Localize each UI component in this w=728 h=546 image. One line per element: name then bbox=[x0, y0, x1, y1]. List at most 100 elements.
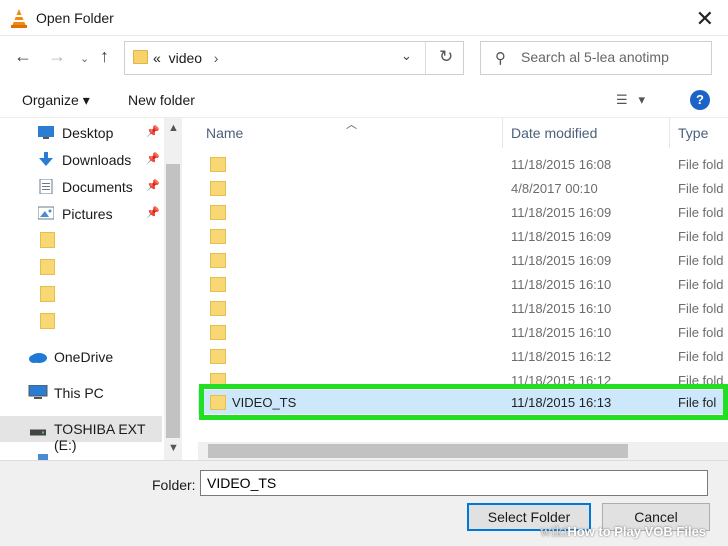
nav-label-desktop: Desktop bbox=[62, 125, 114, 141]
nav-item-desktop[interactable]: Desktop 📌 bbox=[0, 120, 162, 146]
folder-label: Folder: bbox=[152, 477, 196, 493]
scroll-down-icon[interactable]: ▼ bbox=[168, 442, 179, 454]
row-type: File fold bbox=[678, 325, 724, 340]
table-row[interactable]: 11/18/2015 16:10 File fold bbox=[198, 320, 728, 344]
view-options-icon[interactable]: ☰ ▾ bbox=[616, 92, 645, 108]
folder-icon bbox=[210, 277, 226, 292]
nav-label-onedrive: OneDrive bbox=[54, 349, 114, 365]
table-row[interactable]: 11/18/2015 16:09 File fold bbox=[198, 224, 728, 248]
nav-item-downloads[interactable]: Downloads 📌 bbox=[0, 147, 162, 173]
row-name: VIDEO_TS bbox=[232, 395, 297, 410]
pin-icon[interactable]: 📌 bbox=[146, 152, 160, 165]
table-row[interactable]: 11/18/2015 16:10 File fold bbox=[198, 296, 728, 320]
nav-item-folder[interactable] bbox=[0, 228, 162, 254]
row-type: File fold bbox=[678, 229, 724, 244]
column-header-type[interactable]: Type bbox=[678, 118, 708, 148]
close-icon[interactable]: ✕ bbox=[696, 6, 714, 32]
table-row[interactable]: 4/8/2017 00:10 File fold bbox=[198, 176, 728, 200]
nav-item-this-pc[interactable]: This PC bbox=[0, 380, 162, 406]
window-title: Open Folder bbox=[36, 10, 114, 26]
folder-icon bbox=[133, 50, 148, 64]
nav-item-folder[interactable] bbox=[0, 282, 162, 308]
scroll-thumb[interactable] bbox=[208, 444, 628, 458]
table-row[interactable]: 11/18/2015 16:12 File fold bbox=[198, 344, 728, 368]
nav-item-folder[interactable] bbox=[0, 309, 162, 335]
watermark-text: How to Play VOB Files bbox=[567, 524, 707, 539]
scroll-thumb[interactable] bbox=[166, 164, 180, 438]
navigation-bar: ← → ⌄ ↑ « video › ⌄ ↻ ⚲ bbox=[0, 36, 728, 80]
address-dropdown-icon[interactable]: ⌄ bbox=[401, 48, 412, 64]
nav-label-drive: TOSHIBA EXT (E:) bbox=[54, 421, 146, 453]
search-icon: ⚲ bbox=[495, 50, 506, 67]
navigation-pane: Desktop 📌 Downloads 📌 Documents 📌 Pictur… bbox=[0, 118, 182, 460]
folder-icon bbox=[210, 325, 226, 340]
row-date: 11/18/2015 16:10 bbox=[511, 277, 612, 292]
row-type: File fol bbox=[678, 395, 717, 410]
address-bar[interactable]: « video › ⌄ ↻ bbox=[124, 41, 464, 75]
pin-icon[interactable]: 📌 bbox=[146, 125, 160, 138]
nav-item-toshiba-drive[interactable]: TOSHIBA EXT (E:) bbox=[0, 416, 162, 453]
column-divider[interactable] bbox=[669, 118, 670, 148]
pin-icon[interactable]: 📌 bbox=[146, 179, 160, 192]
recent-locations-chevron-icon[interactable]: ⌄ bbox=[80, 52, 89, 65]
table-row[interactable]: 11/18/2015 16:08 File fold bbox=[198, 152, 728, 176]
folder-icon bbox=[210, 229, 226, 244]
desktop-icon bbox=[38, 126, 54, 139]
folder-icon bbox=[40, 232, 55, 248]
folder-icon bbox=[210, 349, 226, 364]
back-arrow-icon[interactable]: ← bbox=[14, 46, 32, 67]
forward-arrow-icon[interactable]: → bbox=[48, 46, 66, 67]
breadcrumb-video[interactable]: video bbox=[169, 50, 202, 66]
row-date: 11/18/2015 16:12 bbox=[511, 373, 612, 388]
row-type: File fold bbox=[678, 349, 724, 364]
folder-field[interactable] bbox=[200, 470, 708, 496]
column-divider[interactable] bbox=[502, 118, 503, 148]
row-type: File fold bbox=[678, 253, 724, 268]
row-type: File fold bbox=[678, 205, 724, 220]
folder-icon bbox=[210, 181, 226, 196]
search-input[interactable] bbox=[521, 49, 701, 65]
table-row[interactable]: 11/18/2015 16:09 File fold bbox=[198, 248, 728, 272]
column-header-date[interactable]: Date modified bbox=[511, 118, 597, 148]
nav-label-pictures: Pictures bbox=[62, 206, 113, 222]
nav-item-documents[interactable]: Documents 📌 bbox=[0, 174, 162, 200]
file-list-horizontal-scrollbar[interactable] bbox=[198, 442, 728, 460]
row-date: 4/8/2017 00:10 bbox=[511, 181, 598, 196]
nav-label-documents: Documents bbox=[62, 179, 133, 195]
onedrive-cloud-icon bbox=[29, 353, 47, 363]
breadcrumb[interactable]: « video › bbox=[153, 50, 218, 66]
address-divider bbox=[425, 42, 426, 74]
row-date: 11/18/2015 16:13 bbox=[511, 395, 612, 410]
column-header-name[interactable]: Name bbox=[206, 118, 243, 148]
refresh-icon[interactable]: ↻ bbox=[439, 47, 453, 67]
watermark-wiki: wiki bbox=[540, 525, 568, 540]
folder-icon bbox=[40, 313, 55, 329]
row-date: 11/18/2015 16:09 bbox=[511, 253, 612, 268]
nav-pane-scrollbar[interactable]: ▲ ▼ bbox=[164, 118, 182, 460]
new-folder-button[interactable]: New folder bbox=[128, 92, 195, 108]
nav-item-onedrive[interactable]: OneDrive bbox=[0, 344, 162, 370]
row-date: 11/18/2015 16:09 bbox=[511, 229, 612, 244]
scroll-up-icon[interactable]: ▲ bbox=[168, 122, 179, 134]
drive-icon bbox=[30, 429, 46, 436]
search-box[interactable]: ⚲ bbox=[480, 41, 712, 75]
table-row[interactable]: 11/18/2015 16:09 File fold bbox=[198, 200, 728, 224]
row-type: File fold bbox=[678, 277, 724, 292]
help-icon[interactable]: ? bbox=[690, 90, 710, 110]
row-type: File fold bbox=[678, 373, 724, 388]
pin-icon[interactable]: 📌 bbox=[146, 206, 160, 219]
nav-item-folder[interactable] bbox=[0, 255, 162, 281]
nav-item-partial[interactable] bbox=[0, 452, 162, 460]
breadcrumb-overflow[interactable]: « bbox=[153, 50, 161, 66]
table-row[interactable]: 11/18/2015 16:12 File fold bbox=[198, 368, 728, 392]
file-list: Name ︿ Date modified Type 11/18/2015 16:… bbox=[198, 118, 728, 442]
table-row-video-ts[interactable]: VIDEO_TS 11/18/2015 16:13 File fol bbox=[198, 390, 728, 414]
breadcrumb-arrow-icon[interactable]: › bbox=[214, 50, 219, 66]
organize-menu-button[interactable]: Organize ▾ bbox=[22, 92, 90, 109]
table-row[interactable]: 11/18/2015 16:10 File fold bbox=[198, 272, 728, 296]
nav-item-pictures[interactable]: Pictures 📌 bbox=[0, 201, 162, 227]
nav-label-this-pc: This PC bbox=[54, 385, 104, 401]
up-arrow-icon[interactable]: ↑ bbox=[100, 46, 109, 67]
pictures-icon bbox=[38, 206, 54, 220]
watermark: wikiHow to Play VOB Files bbox=[540, 524, 706, 540]
